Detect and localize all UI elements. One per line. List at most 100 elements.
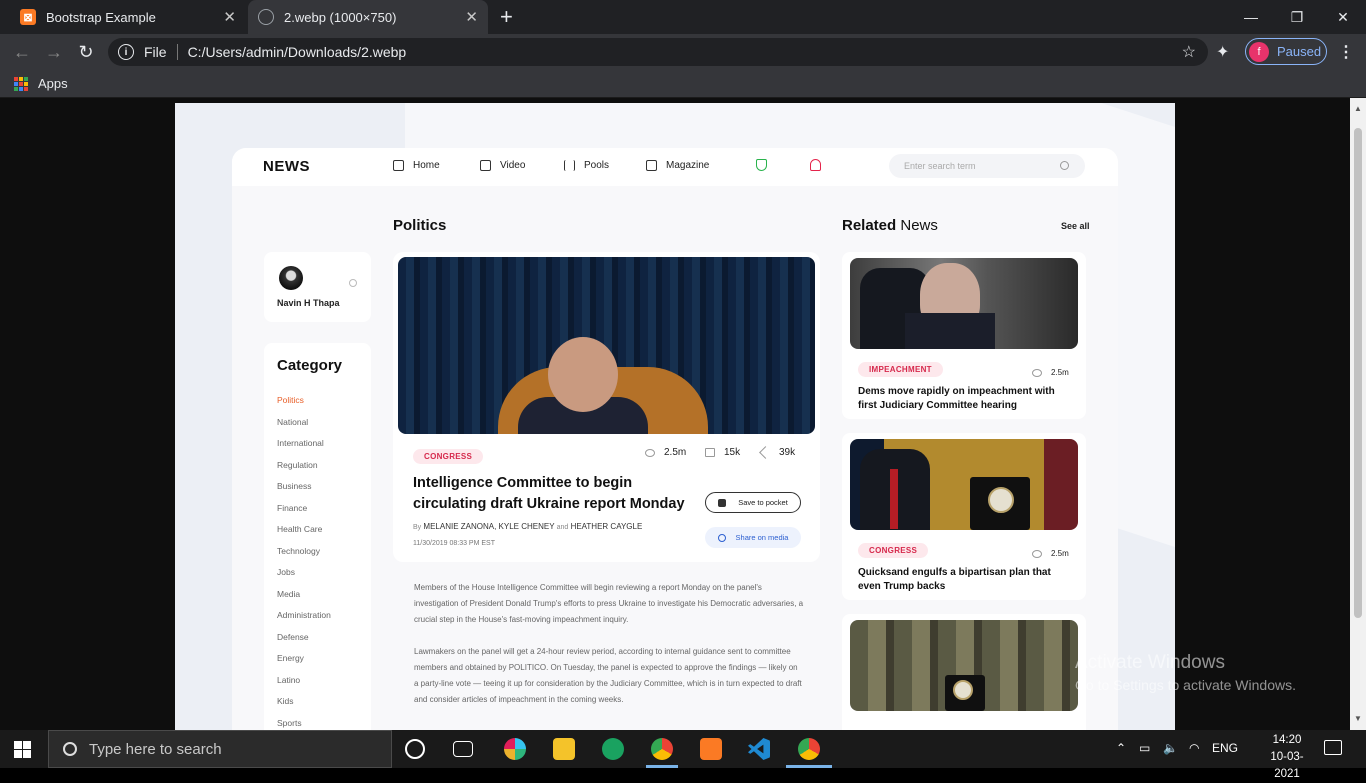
slack-icon[interactable] — [504, 738, 526, 760]
user-card[interactable]: Navin H Thapa — [264, 252, 371, 322]
chrome-icon[interactable] — [798, 738, 820, 760]
category-item[interactable]: Latino — [277, 675, 331, 697]
related-title[interactable]: Quicksand engulfs a bipartisan plan that… — [858, 566, 1073, 594]
author[interactable]: HEATHER CAYGLE — [571, 522, 643, 531]
apps-shortcut[interactable]: Apps — [14, 76, 68, 91]
article-body: Members of the House Intelligence Commit… — [414, 580, 804, 724]
related-photo[interactable] — [850, 439, 1078, 530]
vertical-scrollbar[interactable]: ▲ ▼ — [1350, 98, 1366, 730]
nav-video[interactable]: Video — [480, 160, 525, 171]
category-item[interactable]: Health Care — [277, 524, 331, 546]
category-item[interactable]: Kids — [277, 696, 331, 718]
comment-icon — [705, 448, 715, 457]
article-photo[interactable] — [398, 257, 815, 434]
maps-pin-icon[interactable] — [602, 738, 624, 760]
activate-windows-subtitle: Go to Settings to activate Windows. — [1075, 677, 1296, 693]
taskbar-search-input[interactable]: Type here to search — [48, 730, 392, 768]
windows-start-icon[interactable] — [14, 741, 31, 758]
task-view-icon[interactable] — [453, 741, 473, 757]
category-item[interactable]: Business — [277, 481, 331, 503]
save-to-pocket-button[interactable]: Save to pocket — [705, 492, 801, 513]
apps-label: Apps — [38, 76, 68, 91]
system-clock[interactable]: 14:20 10-03-2021 — [1258, 732, 1316, 783]
new-tab-button[interactable]: + — [500, 4, 513, 30]
cortana-icon[interactable] — [405, 739, 425, 759]
battery-icon[interactable]: ▭ — [1139, 741, 1150, 755]
chrome-icon[interactable] — [651, 738, 673, 760]
search-icon[interactable] — [1060, 161, 1069, 170]
bell-icon[interactable] — [810, 159, 821, 171]
related-photo[interactable] — [850, 620, 1078, 711]
related-tag[interactable]: CONGRESS — [858, 543, 929, 558]
category-item[interactable]: Media — [277, 589, 331, 611]
category-item[interactable]: Sports — [277, 718, 331, 731]
extensions-puzzle-icon[interactable]: ✦ — [1216, 42, 1229, 62]
article-tag[interactable]: CONGRESS — [413, 449, 484, 464]
vscode-icon[interactable] — [748, 738, 770, 760]
menu-kebab-icon[interactable]: ⋮ — [1338, 42, 1354, 62]
nav-label: Magazine — [666, 160, 710, 171]
webp-image: NEWS Home Video Pools Magazine Enter sea… — [175, 103, 1175, 730]
url-text[interactable]: C:/Users/admin/Downloads/2.webp — [188, 44, 407, 60]
scrollbar-thumb[interactable] — [1354, 128, 1362, 618]
tab-image-2-webp[interactable]: 2.webp (1000×750) ✕ — [248, 0, 488, 34]
authors[interactable]: MELANIE ZANONA, KYLE CHENEY — [423, 522, 554, 531]
category-item[interactable]: Politics — [277, 395, 331, 417]
back-button[interactable]: ← — [10, 40, 34, 64]
site-logo[interactable]: NEWS — [263, 158, 310, 175]
info-icon[interactable]: i — [118, 44, 134, 60]
minimize-button[interactable]: — — [1228, 0, 1274, 34]
address-bar[interactable]: i File C:/Users/admin/Downloads/2.webp ☆ — [108, 38, 1208, 66]
clock-time: 14:20 — [1272, 734, 1302, 746]
nav-magazine[interactable]: Magazine — [646, 160, 709, 171]
category-item[interactable]: Finance — [277, 503, 331, 525]
category-item[interactable]: National — [277, 417, 331, 439]
browser-toolbar: ← → ↻ i File C:/Users/admin/Downloads/2.… — [0, 34, 1366, 70]
article-title[interactable]: Intelligence Committee to begin circulat… — [413, 473, 703, 515]
notifications-icon[interactable] — [1324, 740, 1342, 755]
category-item[interactable]: International — [277, 438, 331, 460]
category-item[interactable]: Administration — [277, 610, 331, 632]
bookmark-star-icon[interactable]: ☆ — [1182, 42, 1196, 62]
xampp-icon[interactable] — [700, 738, 722, 760]
podium-shape — [945, 675, 985, 711]
volume-icon[interactable]: 🔈 — [1163, 741, 1178, 755]
nav-home[interactable]: Home — [393, 160, 440, 171]
shield-icon[interactable] — [756, 159, 767, 171]
restore-button[interactable]: ❐ — [1274, 0, 1320, 34]
related-photo[interactable] — [850, 258, 1078, 349]
site-search-input[interactable]: Enter search term — [889, 154, 1085, 178]
close-tab-icon[interactable]: ✕ — [223, 8, 236, 26]
language-indicator[interactable]: ENG — [1212, 741, 1238, 755]
related-card[interactable] — [842, 614, 1086, 730]
scroll-down-arrow-icon[interactable]: ▼ — [1354, 714, 1362, 723]
tab-bootstrap-example[interactable]: ⊠ Bootstrap Example ✕ — [10, 0, 246, 34]
related-news-title: Related News — [842, 217, 938, 234]
see-all-link[interactable]: See all — [1061, 221, 1090, 231]
wifi-icon[interactable]: ◠ — [1189, 741, 1199, 755]
paragraph: Members of the House Intelligence Commit… — [414, 583, 804, 624]
related-card[interactable]: IMPEACHMENT 2.5m Dems move rapidly on im… — [842, 252, 1086, 419]
close-tab-icon[interactable]: ✕ — [465, 8, 478, 26]
related-tag[interactable]: IMPEACHMENT — [858, 362, 943, 377]
category-item[interactable]: Regulation — [277, 460, 331, 482]
nav-label: Video — [500, 160, 526, 171]
search-placeholder: Type here to search — [89, 740, 222, 758]
related-card[interactable]: CONGRESS 2.5m Quicksand engulfs a bipart… — [842, 433, 1086, 600]
category-item[interactable]: Defense — [277, 632, 331, 654]
nav-pools[interactable]: Pools — [564, 160, 609, 171]
forward-button[interactable]: → — [42, 40, 66, 64]
category-item[interactable]: Energy — [277, 653, 331, 675]
category-item[interactable]: Jobs — [277, 567, 331, 589]
shares-stat: 39k — [759, 446, 795, 459]
reload-button[interactable]: ↻ — [74, 40, 98, 64]
scroll-up-arrow-icon[interactable]: ▲ — [1354, 104, 1362, 113]
category-item[interactable]: Technology — [277, 546, 331, 568]
share-on-media-button[interactable]: Share on media — [705, 527, 801, 548]
home-icon — [393, 160, 404, 171]
close-window-button[interactable]: ✕ — [1320, 0, 1366, 34]
related-title[interactable]: Dems move rapidly on impeachment with fi… — [858, 385, 1073, 413]
profile-button[interactable]: f Paused — [1245, 38, 1327, 65]
chevron-up-icon[interactable]: ⌃ — [1116, 741, 1126, 755]
file-explorer-icon[interactable] — [553, 738, 575, 760]
